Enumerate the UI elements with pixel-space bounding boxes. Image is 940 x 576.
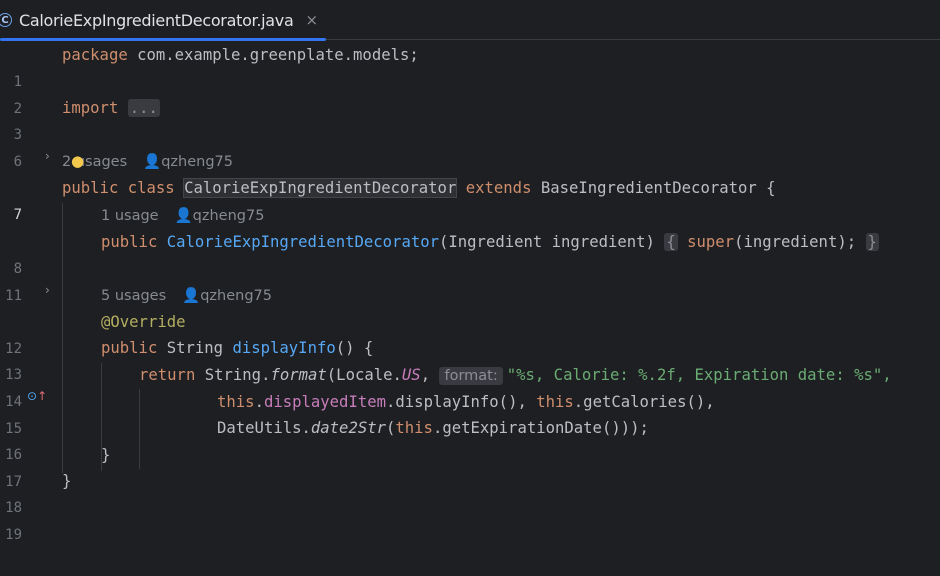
fold-chevron-icon[interactable]: › <box>45 149 50 163</box>
method-name: displayInfo <box>232 339 336 357</box>
fold-chevron-icon[interactable]: › <box>45 283 50 297</box>
annotation: @Override <box>101 313 186 331</box>
code-line[interactable]: 11 <box>0 256 940 304</box>
folded-brace[interactable]: } <box>865 233 879 251</box>
method-call: .getExpirationDate())); <box>432 419 649 437</box>
keyword: super <box>687 233 735 251</box>
method-signature-rest: () { <box>335 339 374 357</box>
author-icon: 👤 <box>182 288 201 304</box>
field: displayedItem <box>263 393 387 411</box>
code-line[interactable]: 17 } <box>0 442 940 490</box>
folded-imports[interactable]: ... <box>127 99 160 117</box>
java-class-icon: C <box>0 13 12 27</box>
line-number: 11 <box>5 288 22 304</box>
class-usages-hint[interactable]: 2 usages ● 👤qzheng75 <box>62 152 233 170</box>
line-number: 7 <box>13 207 22 223</box>
code-line[interactable]: 2 <box>0 69 940 117</box>
code-line[interactable]: 8 › public CalorieExpIngredientDecorator… <box>0 229 940 297</box>
line-number: 6 <box>13 154 22 170</box>
params: (Ingredient ingredient) <box>439 233 655 251</box>
return-type: String <box>166 339 224 357</box>
string-literal: "%s, Calorie: %.2f, Expiration date: %s"… <box>506 366 892 384</box>
class-ref: (Locale. <box>326 366 402 384</box>
method-call: .displayInfo(), <box>386 393 537 411</box>
author-icon: 👤 <box>174 208 193 224</box>
code-line[interactable]: 6 <box>0 122 940 170</box>
code-line[interactable]: 7 public class CalorieExpIngredientDecor… <box>0 175 940 223</box>
usages-count[interactable]: 1 usage <box>101 208 159 224</box>
usages-count[interactable]: 5 usages <box>101 288 166 304</box>
brace: } <box>101 446 111 464</box>
method-usages-hint[interactable]: 5 usages 👤qzheng75 <box>101 287 272 304</box>
code-line[interactable]: 15 this.displayedItem.displayInfo(), thi… <box>0 389 940 437</box>
base-class: BaseIngredientDecorator { <box>540 179 776 197</box>
code-line[interactable]: 13 ⊙↑ public String displayInfo() { <box>0 335 940 403</box>
author-name[interactable]: qzheng75 <box>200 288 272 304</box>
editor-tab-bar: C CalorieExpIngredientDecorator.java × <box>0 0 940 41</box>
lightbulb-icon[interactable]: ● <box>71 152 84 170</box>
tab-label: CalorieExpIngredientDecorator.java <box>19 10 294 30</box>
keyword: import <box>62 99 119 117</box>
keyword: this <box>217 393 255 411</box>
package-name: com.example.greenplate.models; <box>127 46 419 64</box>
code-line[interactable]: 14 return String.format(Locale.US, forma… <box>0 362 940 410</box>
keyword: this <box>536 393 574 411</box>
author-name[interactable]: qzheng75 <box>193 208 265 224</box>
keyword: extends <box>465 179 532 197</box>
keyword: return <box>139 366 196 384</box>
keyword: this <box>395 419 433 437</box>
folded-brace[interactable]: { <box>664 233 678 251</box>
static-method: date2Str <box>310 419 386 437</box>
static-method: format <box>270 366 327 384</box>
code-line[interactable]: 19 <box>0 495 940 543</box>
code-line[interactable]: 1 package com.example.greenplate.models; <box>0 42 940 90</box>
code-line[interactable]: 3 › import ... <box>0 95 940 163</box>
author-icon: 👤 <box>143 154 162 170</box>
punct: , <box>420 366 431 384</box>
keyword: public <box>62 179 119 197</box>
class-name: CalorieExpIngredientDecorator <box>183 178 458 198</box>
close-icon[interactable]: × <box>305 11 318 29</box>
ctor-usages-hint[interactable]: 1 usage 👤qzheng75 <box>101 207 264 224</box>
author-name[interactable]: qzheng75 <box>161 154 233 170</box>
keyword: package <box>62 46 128 64</box>
code-line[interactable]: 18 } <box>0 468 940 516</box>
keyword: class <box>127 179 175 197</box>
code-line[interactable]: 12 @Override <box>0 309 940 357</box>
punct: . <box>254 393 264 411</box>
punct: ( <box>386 419 396 437</box>
line-number: 19 <box>5 527 22 543</box>
class-ref: String. <box>204 366 271 384</box>
method-call: .getCalories(), <box>573 393 715 411</box>
keyword: public <box>101 339 158 357</box>
constructor-name: CalorieExpIngredientDecorator <box>166 233 439 251</box>
brace: } <box>62 472 72 490</box>
keyword: public <box>101 233 158 251</box>
tab-file[interactable]: C CalorieExpIngredientDecorator.java × <box>0 0 326 41</box>
static-field: US <box>401 366 421 384</box>
class-ref: DateUtils. <box>217 419 311 437</box>
code-editor[interactable]: 1 package com.example.greenplate.models;… <box>0 41 940 543</box>
args: (ingredient); <box>734 233 857 251</box>
code-line[interactable]: 16 DateUtils.date2Str(this.getExpiration… <box>0 415 940 463</box>
parameter-hint: format: <box>439 367 503 385</box>
